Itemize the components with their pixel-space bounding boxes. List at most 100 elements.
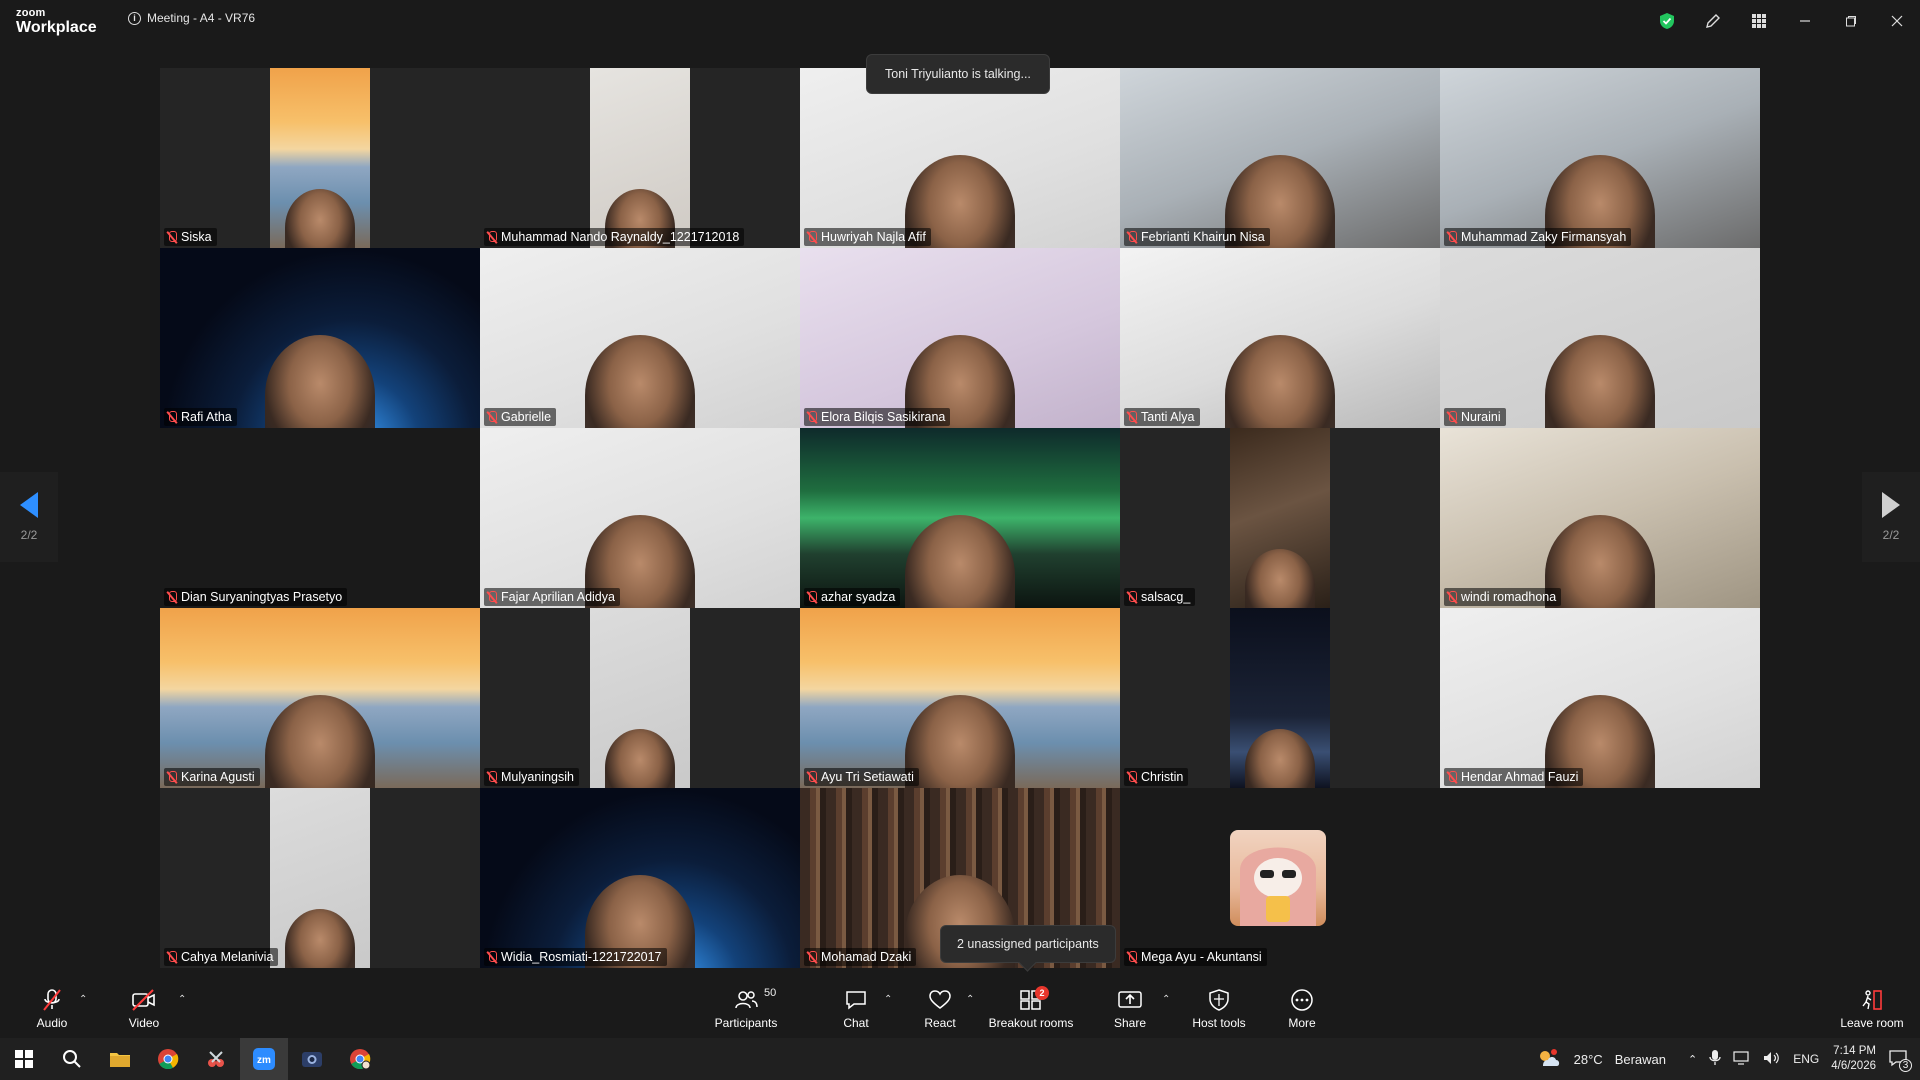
participant-tile[interactable]: Mega Ayu - Akuntansi [1120, 788, 1440, 968]
arrow-right-icon[interactable] [1882, 492, 1900, 518]
chat-button[interactable]: Chat [836, 980, 876, 1038]
participant-tile[interactable]: Ayu Tri Setiawati [800, 608, 1120, 788]
video-feed [160, 248, 480, 428]
clock[interactable]: 7:14 PM 4/6/2026 [1831, 1044, 1876, 1074]
audio-caret-icon[interactable]: ⌃ [79, 994, 87, 1005]
participant-tile[interactable]: Karina Agusti [160, 608, 480, 788]
participant-tile[interactable]: Huwriyah Najla Afif [800, 68, 1120, 248]
participant-tile[interactable]: Hendar Ahmad Fauzi [1440, 608, 1760, 788]
video-button[interactable]: Video [120, 980, 168, 1038]
video-feed [1440, 248, 1760, 428]
next-page-button[interactable]: 2/2 [1862, 472, 1920, 562]
react-caret-icon[interactable]: ⌃ [966, 994, 974, 1005]
participant-tile[interactable]: Rafi Atha [160, 248, 480, 428]
page-indicator-right: 2/2 [1882, 528, 1900, 542]
clock-date: 4/6/2026 [1831, 1060, 1876, 1072]
audio-button[interactable]: Audio [28, 980, 76, 1038]
weather-text[interactable]: Berawan [1615, 1052, 1666, 1067]
minimize-icon[interactable] [1782, 0, 1828, 42]
unassigned-tooltip: 2 unassigned participants [940, 925, 1116, 963]
person-silhouette [265, 694, 375, 788]
arrow-left-icon[interactable] [20, 492, 38, 518]
file-explorer-icon[interactable] [96, 1038, 144, 1080]
mic-muted-icon [167, 770, 177, 784]
participants-button[interactable]: 50 Participants [712, 980, 780, 1038]
video-off-icon [130, 988, 158, 1012]
chevron-up-icon[interactable]: ⌃ [1688, 1053, 1697, 1066]
zoom-app-icon[interactable]: zm [240, 1038, 288, 1080]
share-button[interactable]: Share [1110, 980, 1150, 1038]
participant-tile[interactable]: Gabrielle [480, 248, 800, 428]
participant-name-tag: Hendar Ahmad Fauzi [1444, 768, 1584, 786]
video-feed [1440, 608, 1760, 788]
leave-room-button[interactable]: Leave room [1836, 980, 1908, 1038]
participants-count: 50 [764, 987, 777, 999]
mic-muted-icon [807, 410, 817, 424]
participant-tile[interactable]: Widia_Rosmiati-1221722017 [480, 788, 800, 968]
participant-tile[interactable]: Siska [160, 68, 480, 248]
pencil-icon[interactable] [1690, 0, 1736, 42]
video-caret-icon[interactable]: ⌃ [178, 994, 186, 1005]
weather-icon[interactable] [1536, 1048, 1562, 1071]
leave-room-icon [1858, 988, 1886, 1012]
participant-name: Karina Agusti [181, 770, 255, 784]
host-tools-button[interactable]: Host tools [1188, 980, 1250, 1038]
share-caret-icon[interactable]: ⌃ [1162, 994, 1170, 1005]
participant-tile[interactable]: Nuraini [1440, 248, 1760, 428]
volume-icon[interactable] [1763, 1051, 1781, 1068]
network-icon[interactable] [1733, 1050, 1751, 1068]
windows-start-icon[interactable] [0, 1038, 48, 1080]
clock-time: 7:14 PM [1833, 1045, 1876, 1057]
notification-icon[interactable]: 3 [1888, 1049, 1912, 1072]
restore-icon[interactable] [1828, 0, 1874, 42]
participant-tile[interactable]: Elora Bilqis Sasikirana [800, 248, 1120, 428]
shield-icon [1205, 988, 1233, 1012]
mic-muted-icon [1447, 410, 1457, 424]
shield-check-icon[interactable] [1644, 0, 1690, 42]
participant-tile[interactable]: Cahya Melanivia [160, 788, 480, 968]
participant-tile[interactable] [1440, 788, 1760, 968]
participant-tile[interactable]: Tanti Alya [1120, 248, 1440, 428]
participant-tile[interactable]: Muhammad Zaky Firmansyah [1440, 68, 1760, 248]
participant-tile[interactable]: Dian Suryaningtyas Prasetyo [160, 428, 480, 608]
meeting-info[interactable]: i Meeting - A4 - VR76 [128, 11, 255, 25]
participant-tile[interactable]: Muhammad Nando Raynaldy_1221712018 [480, 68, 800, 248]
microphone-icon[interactable] [1709, 1049, 1721, 1069]
participant-tile[interactable]: Christin [1120, 608, 1440, 788]
more-icon [1288, 988, 1316, 1012]
participant-name-tag: Cahya Melanivia [164, 948, 279, 966]
more-button[interactable]: More [1282, 980, 1322, 1038]
info-icon[interactable]: i [128, 11, 141, 25]
page-indicator-left: 2/2 [20, 528, 38, 542]
close-icon[interactable] [1874, 0, 1920, 42]
participant-tile[interactable]: salsacg_ [1120, 428, 1440, 608]
react-label: React [924, 1016, 956, 1030]
breakout-rooms-button[interactable]: 2 Breakout rooms [988, 980, 1074, 1038]
snipping-tool-icon[interactable] [192, 1038, 240, 1080]
participant-tile[interactable]: azhar syadza [800, 428, 1120, 608]
breakout-rooms-icon: 2 [1017, 986, 1049, 1012]
video-stage: 2/2 2/2 Toni Triyulianto is talking... S… [0, 42, 1920, 980]
person-silhouette [905, 514, 1015, 608]
video-feed [1120, 248, 1440, 428]
react-button[interactable]: React [920, 980, 960, 1038]
apps-grid-icon[interactable] [1736, 0, 1782, 42]
breakout-badge: 2 [1035, 986, 1049, 1000]
language-indicator[interactable]: ENG [1793, 1052, 1819, 1066]
mic-muted-icon [487, 590, 497, 604]
prev-page-button[interactable]: 2/2 [0, 472, 58, 562]
mic-muted-icon [1447, 770, 1457, 784]
search-icon[interactable] [48, 1038, 96, 1080]
chrome-icon[interactable] [144, 1038, 192, 1080]
person-silhouette [905, 694, 1015, 788]
camera-app-icon[interactable] [288, 1038, 336, 1080]
participant-name: Mega Ayu - Akuntansi [1141, 950, 1262, 964]
video-feed [590, 608, 690, 788]
chat-caret-icon[interactable]: ⌃ [884, 994, 892, 1005]
participant-tile[interactable]: Febrianti Khairun Nisa [1120, 68, 1440, 248]
weather-temp[interactable]: 28°C [1574, 1052, 1603, 1067]
participant-tile[interactable]: Fajar Aprilian Adidya [480, 428, 800, 608]
chrome-profile-icon[interactable] [336, 1038, 384, 1080]
participant-tile[interactable]: windi romadhona [1440, 428, 1760, 608]
participant-tile[interactable]: Mulyaningsih [480, 608, 800, 788]
